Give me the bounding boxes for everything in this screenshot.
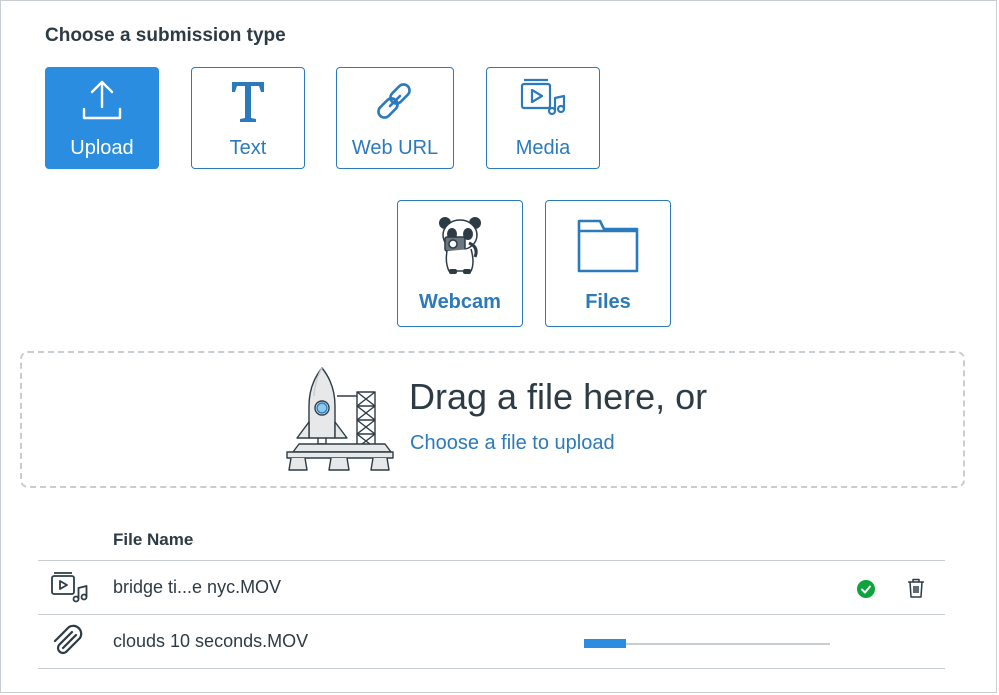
file-name: bridge ti...e nyc.MOV [113, 577, 282, 597]
text-label: Text [229, 137, 267, 159]
file-name: clouds 10 seconds.MOV [113, 631, 309, 651]
media-label: Media [515, 137, 571, 159]
upload-progress-fill [584, 639, 626, 648]
files-label: Files [585, 291, 631, 313]
media-icon [487, 78, 599, 118]
media-button[interactable]: Media [486, 67, 600, 169]
check-circle-icon [857, 580, 875, 598]
page-title: Choose a submission type [45, 25, 286, 46]
files-button[interactable]: Files [545, 200, 671, 327]
file-drop-zone[interactable] [20, 351, 965, 488]
drag-file-title: Drag a file here, or [409, 376, 708, 417]
upload-progress-bar [584, 639, 830, 648]
web-url-label: Web URL [351, 137, 439, 159]
row-divider [38, 614, 945, 615]
webcam-label: Webcam [419, 291, 501, 313]
link-icon [337, 78, 453, 124]
text-icon [192, 78, 304, 124]
file-name-column-header: File Name [113, 530, 194, 549]
trash-icon[interactable] [907, 578, 925, 598]
panda-webcam-icon [398, 215, 522, 275]
choose-file-link[interactable]: Choose a file to upload [410, 432, 615, 455]
upload-label: Upload [70, 137, 134, 159]
media-file-icon [51, 572, 88, 603]
text-button[interactable]: Text [191, 67, 305, 169]
web-url-button[interactable]: Web URL [336, 67, 454, 169]
header-divider [38, 560, 945, 561]
upload-button[interactable]: Upload [45, 67, 159, 169]
paperclip-icon [53, 624, 83, 655]
row-divider [38, 668, 945, 669]
webcam-button[interactable]: Webcam [397, 200, 523, 327]
rocket-launch-illustration [286, 367, 394, 471]
folder-icon [546, 217, 670, 273]
upload-icon [46, 78, 158, 122]
